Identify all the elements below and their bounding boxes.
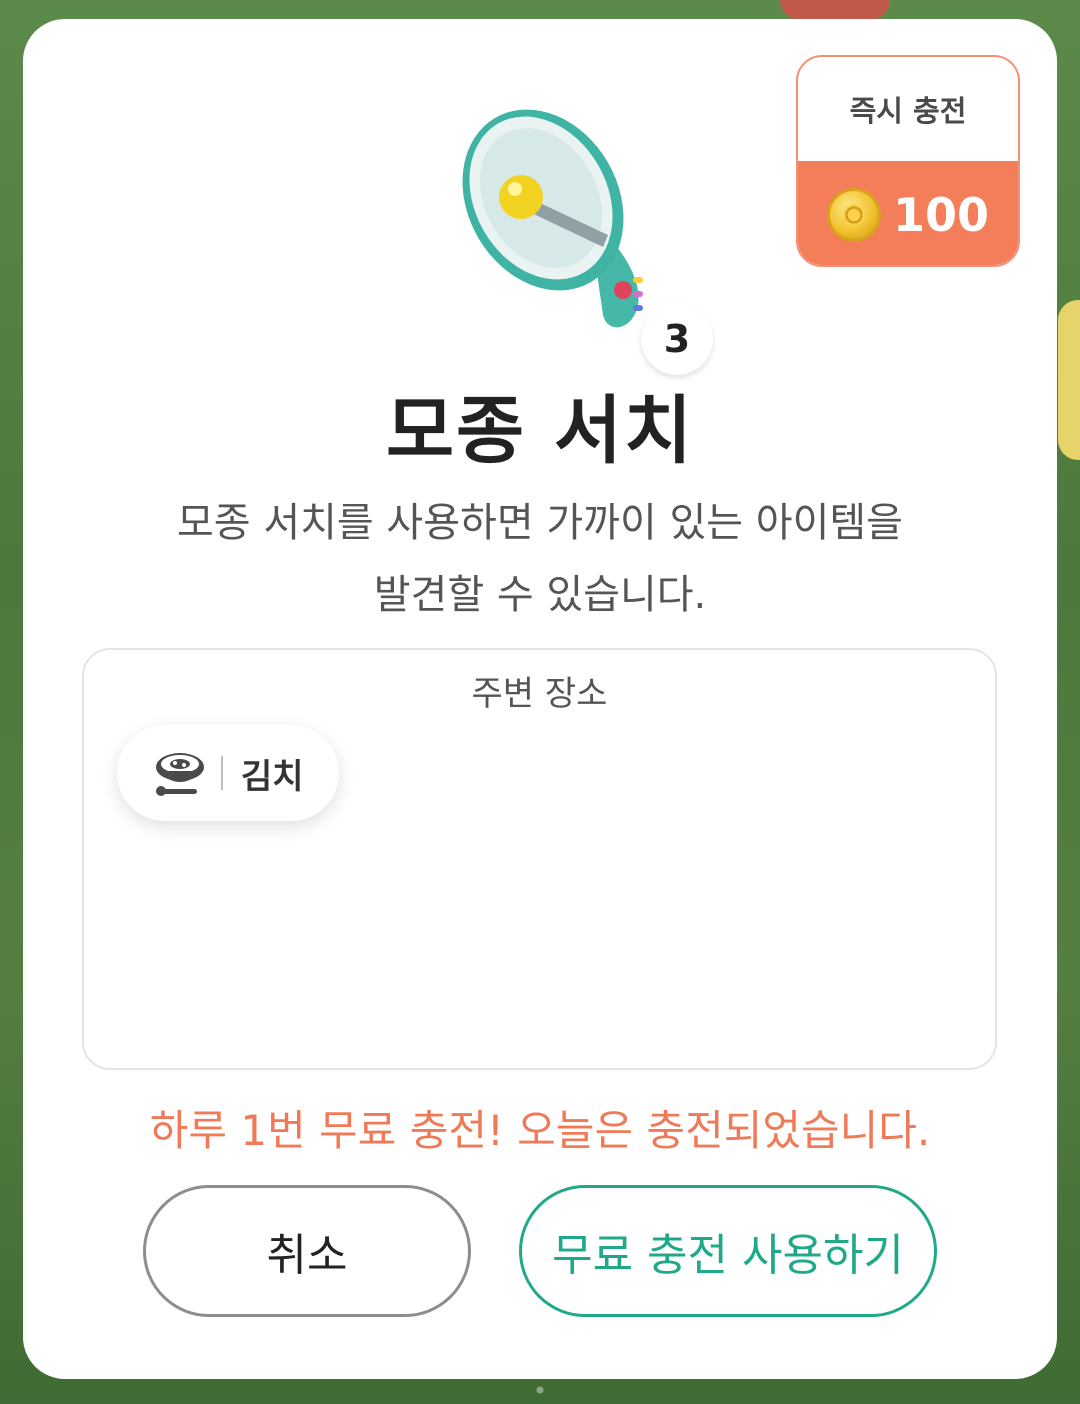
place-label: 김치: [241, 756, 304, 797]
nearby-places-title: 주변 장소: [471, 674, 608, 714]
item-description: 모종 서치를 사용하면 가까이 있는 아이템을 발견할 수 있습니다.: [103, 487, 977, 631]
kimchi-bowl-icon: [156, 753, 204, 796]
description-line: 모종 서치를 사용하면 가까이 있는 아이템을: [177, 500, 903, 546]
place-chip-kimchi[interactable]: 김치: [117, 725, 339, 821]
nearby-places-panel: 주변 장소 김치: [82, 648, 997, 1070]
megaphone-icon: [462, 109, 643, 328]
description-line: 발견할 수 있습니다.: [373, 572, 707, 618]
chip-divider: [221, 756, 223, 790]
charge-amount: 100: [892, 188, 990, 242]
free-charge-notice: 하루 1번 무료 충전! 오늘은 충전되었습니다.: [149, 1106, 931, 1155]
cancel-button[interactable]: 취소: [143, 1185, 471, 1317]
item-title: 모종 서치: [385, 388, 695, 474]
item-count-badge: 3: [641, 303, 713, 375]
background-decoration: [1058, 300, 1080, 460]
instant-charge-price: 100: [798, 161, 1018, 265]
instant-charge-button[interactable]: 즉시 충전 100: [796, 55, 1020, 267]
background-decoration: [780, 0, 890, 20]
item-dialog: 즉시 충전 100 3 모종 서치 모종 서치를 사용하면 가까이 있는 아이템…: [23, 19, 1057, 1379]
use-free-charge-button[interactable]: 무료 충전 사용하기: [519, 1185, 937, 1317]
instant-charge-label: 즉시 충전: [849, 94, 967, 128]
coin-icon: [826, 188, 881, 242]
